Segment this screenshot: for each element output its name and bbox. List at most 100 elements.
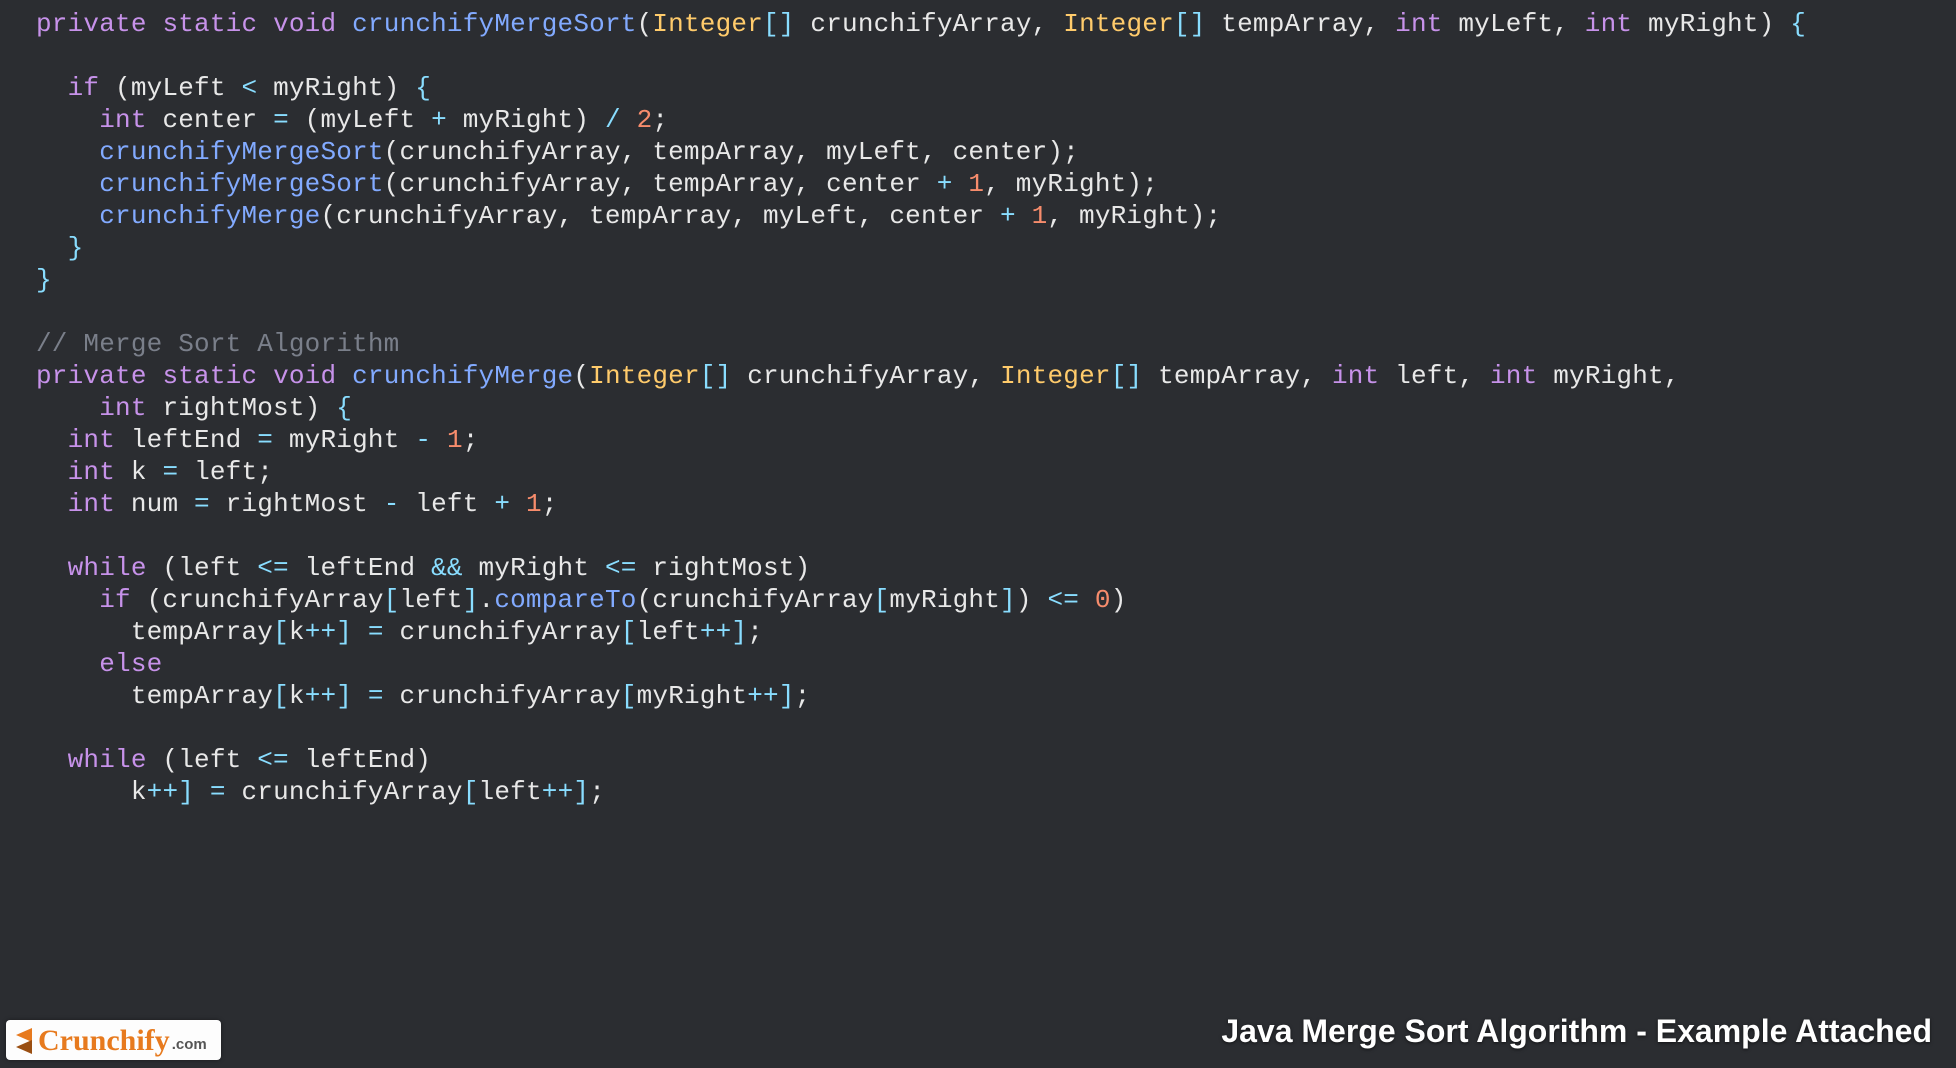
code-token: left xyxy=(400,489,495,519)
code-token: myRight xyxy=(463,553,605,583)
code-token: . xyxy=(479,585,495,615)
code-token: [ xyxy=(273,617,289,647)
code-token: ++ xyxy=(542,777,574,807)
code-token: Integer xyxy=(652,9,763,39)
code-token: 2 xyxy=(637,105,653,135)
code-token: myRight) xyxy=(447,105,605,135)
code-token: - xyxy=(384,489,400,519)
code-token: (left xyxy=(147,745,258,775)
code-token: ++ xyxy=(747,681,779,711)
code-token: k xyxy=(131,777,147,807)
code-token: ; xyxy=(589,777,605,807)
code-token: myRight) xyxy=(1632,9,1790,39)
code-token: ] xyxy=(731,617,747,647)
code-token: ++ xyxy=(305,681,337,711)
code-token: tempArray, xyxy=(1142,361,1332,391)
code-token: 1 xyxy=(526,489,542,519)
code-token: crunchifyMergeSort xyxy=(352,9,636,39)
code-token: crunchifyArray xyxy=(384,617,621,647)
code-token: (left xyxy=(147,553,258,583)
code-token: ++ xyxy=(147,777,179,807)
code-line: while (left <= leftEnd) xyxy=(36,744,1956,776)
logo-tld-text: .com xyxy=(172,1037,207,1056)
code-token: k xyxy=(289,681,305,711)
code-token: left xyxy=(399,585,462,615)
code-line xyxy=(36,712,1956,744)
code-token: compareTo xyxy=(494,585,636,615)
code-token: ] xyxy=(1000,585,1016,615)
code-token xyxy=(1016,201,1032,231)
code-token: int xyxy=(99,105,146,135)
code-token: myLeft, xyxy=(1443,9,1585,39)
code-line: int leftEnd = myRight - 1; xyxy=(36,424,1956,456)
code-token xyxy=(621,105,637,135)
code-token: else xyxy=(99,649,162,679)
code-token: center xyxy=(147,105,273,135)
code-token: crunchifyMergeSort xyxy=(99,169,383,199)
code-line xyxy=(36,296,1956,328)
code-token: while xyxy=(68,553,147,583)
code-token: <= xyxy=(1047,585,1079,615)
code-token: ) xyxy=(1111,585,1127,615)
code-token xyxy=(336,9,352,39)
code-token: private xyxy=(36,9,147,39)
code-token: [] xyxy=(700,361,732,391)
code-line: tempArray[k++] = crunchifyArray[left++]; xyxy=(36,616,1956,648)
code-token: 1 xyxy=(968,169,984,199)
code-token: [ xyxy=(621,681,637,711)
code-token xyxy=(147,9,163,39)
code-token: ; xyxy=(463,425,479,455)
code-line: crunchifyMerge(crunchifyArray, tempArray… xyxy=(36,200,1956,232)
code-token: = xyxy=(368,681,384,711)
code-token: ] xyxy=(573,777,589,807)
code-token: crunchifyArray, xyxy=(795,9,1064,39)
code-token: (crunchifyArray xyxy=(131,585,384,615)
code-token xyxy=(257,9,273,39)
code-token: ++ xyxy=(700,617,732,647)
code-token: crunchifyArray xyxy=(226,777,463,807)
code-token: , myRight); xyxy=(1047,201,1221,231)
code-token: int xyxy=(99,393,146,423)
code-token: (crunchifyArray, tempArray, myLeft, cent… xyxy=(384,137,1079,167)
code-token: leftEnd) xyxy=(289,745,431,775)
code-token: , myRight); xyxy=(984,169,1158,199)
code-token: rightMost) xyxy=(147,393,337,423)
code-token: myRight, xyxy=(1537,361,1679,391)
code-line: if (myLeft < myRight) { xyxy=(36,72,1956,104)
code-token xyxy=(953,169,969,199)
code-token: Integer xyxy=(1063,9,1174,39)
code-token: { xyxy=(1790,9,1806,39)
code-token: left xyxy=(479,777,542,807)
code-line: k++] = crunchifyArray[left++]; xyxy=(36,776,1956,808)
code-token: + xyxy=(1000,201,1016,231)
code-token: tempArray, xyxy=(1206,9,1396,39)
crunchify-logo: Crunchify .com xyxy=(6,1020,221,1060)
code-line xyxy=(36,520,1956,552)
code-token: ; xyxy=(747,617,763,647)
code-token: 1 xyxy=(1032,201,1048,231)
code-token: static xyxy=(162,361,257,391)
code-line: int k = left; xyxy=(36,456,1956,488)
code-token xyxy=(431,425,447,455)
code-token: myRight xyxy=(273,425,415,455)
code-token: } xyxy=(68,233,84,263)
code-token: = xyxy=(257,425,273,455)
code-token xyxy=(194,777,210,807)
code-token: ++ xyxy=(305,617,337,647)
code-line: else xyxy=(36,648,1956,680)
code-token: while xyxy=(68,745,147,775)
code-token: [ xyxy=(874,585,890,615)
code-token: ; xyxy=(795,681,811,711)
code-token: int xyxy=(68,425,115,455)
code-token: (myLeft xyxy=(289,105,431,135)
code-token: && xyxy=(431,553,463,583)
code-line: if (crunchifyArray[left].compareTo(crunc… xyxy=(36,584,1956,616)
code-token: ; xyxy=(652,105,668,135)
code-token: [ xyxy=(273,681,289,711)
code-token: rightMost xyxy=(210,489,384,519)
code-token: Integer xyxy=(1000,361,1111,391)
code-token: int xyxy=(68,489,115,519)
code-token: int xyxy=(1585,9,1632,39)
code-token: <= xyxy=(257,553,289,583)
code-token: int xyxy=(1332,361,1379,391)
